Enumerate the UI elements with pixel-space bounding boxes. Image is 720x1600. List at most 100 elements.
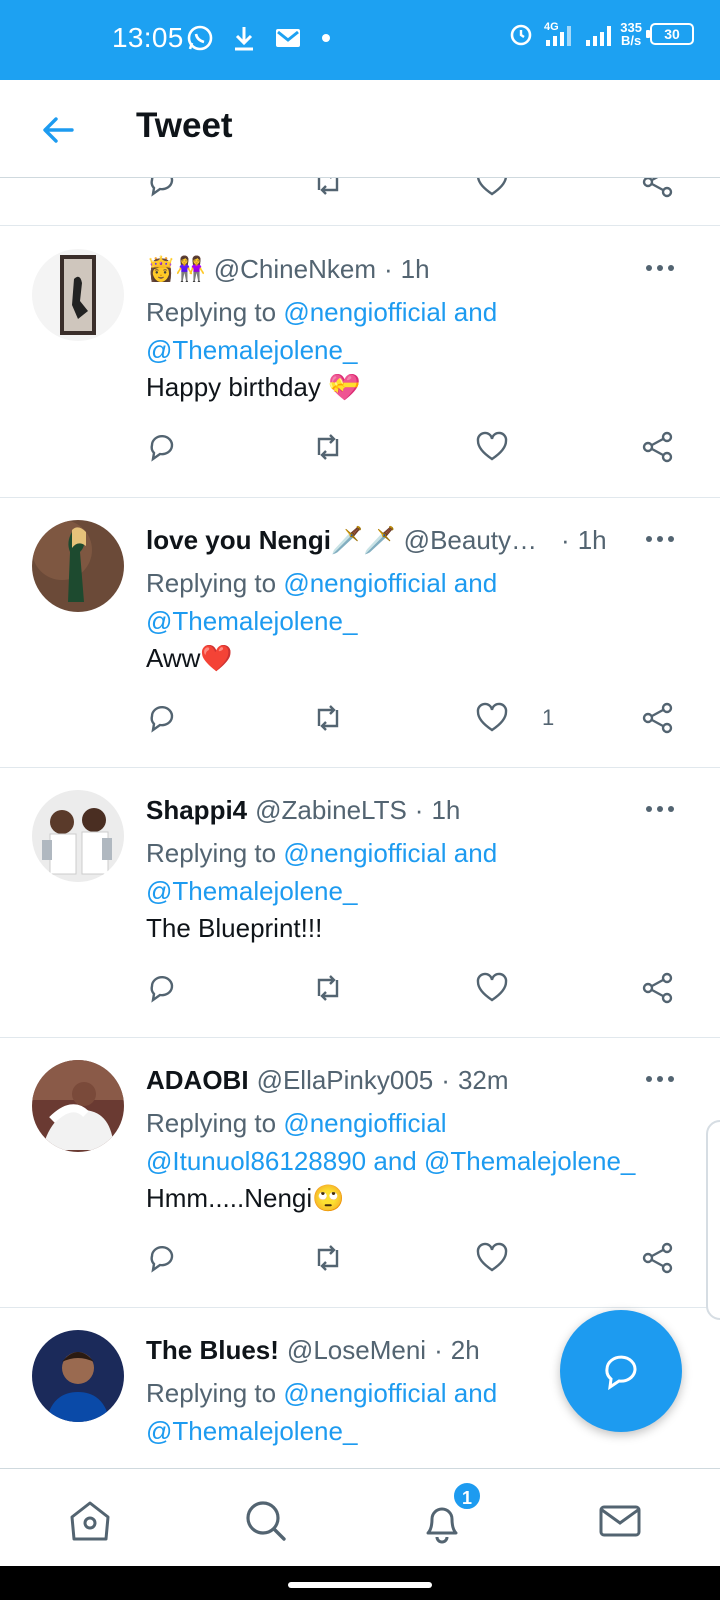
- mention-link[interactable]: @nengiofficial and: [283, 838, 497, 868]
- share-button[interactable]: [640, 429, 676, 465]
- arrow-left-icon: [43, 117, 74, 143]
- mention-link[interactable]: @nengiofficial and: [283, 1378, 497, 1408]
- search-icon: [246, 1501, 286, 1541]
- tweet-author-line: Shappi4 @ZabineLTS · 1h: [146, 790, 646, 830]
- nav-messages[interactable]: [596, 1497, 644, 1545]
- reply-tweet[interactable]: ADAOBI @EllaPinky005 · 32m Replying to @…: [0, 1038, 720, 1308]
- tweet-author-line: 👸👭 @ChineNkem · 1h: [146, 249, 646, 289]
- mention-link[interactable]: @Themalejolene_: [146, 876, 357, 906]
- tweet-author-line: love you Nengi🗡️🗡️ @Beauty… · 1h: [146, 520, 646, 560]
- author-name[interactable]: love you Nengi🗡️🗡️: [146, 525, 396, 556]
- like-button[interactable]: [474, 700, 510, 736]
- more-options-button[interactable]: [640, 253, 680, 283]
- network-speed: 335 B/s: [620, 20, 642, 48]
- nav-home[interactable]: [66, 1497, 114, 1545]
- share-button[interactable]: [640, 970, 676, 1006]
- back-button[interactable]: [36, 108, 80, 152]
- tweet-header: Tweet: [0, 80, 720, 178]
- whatsapp-icon: [186, 24, 214, 52]
- retweet-icon: [317, 434, 339, 460]
- previous-tweet-actions: [0, 178, 720, 226]
- author-handle[interactable]: @ChineNkem: [214, 254, 376, 285]
- retweet-button[interactable]: [310, 429, 346, 465]
- retweet-button[interactable]: [310, 1240, 346, 1276]
- mention-link[interactable]: @Itunuol86128890 and @Themalejolene_: [146, 1146, 635, 1176]
- compose-reply-button[interactable]: [560, 1310, 682, 1432]
- reply-button[interactable]: [144, 429, 180, 465]
- share-icon: [642, 178, 673, 198]
- svg-text:4G: 4G: [544, 21, 559, 33]
- reply-tweet[interactable]: Shappi4 @ZabineLTS · 1h Replying to @nen…: [0, 768, 720, 1038]
- reply-tweet[interactable]: love you Nengi🗡️🗡️ @Beauty… · 1h Replyin…: [0, 498, 720, 768]
- share-icon: [642, 1242, 673, 1274]
- tweet-time: 2h: [450, 1334, 480, 1365]
- more-options-button[interactable]: [640, 794, 680, 824]
- retweet-button[interactable]: [310, 178, 346, 200]
- mention-link[interactable]: @nengiofficial and: [283, 297, 497, 327]
- dot-icon: [646, 806, 652, 812]
- retweet-icon: [317, 1245, 339, 1271]
- tweet-time: 1h: [400, 253, 430, 284]
- like-button[interactable]: [474, 178, 510, 200]
- reply-button[interactable]: [144, 970, 180, 1006]
- share-button[interactable]: [640, 178, 676, 200]
- reply-button[interactable]: [144, 700, 180, 736]
- nav-search[interactable]: [242, 1497, 290, 1545]
- dot-icon: [646, 265, 652, 271]
- page-title: Tweet: [136, 106, 233, 145]
- reply-icon: [150, 434, 174, 462]
- mention-link[interactable]: @nengiofficial and: [283, 568, 497, 598]
- retweet-button[interactable]: [310, 970, 346, 1006]
- like-count: 1: [542, 705, 555, 730]
- author-handle[interactable]: @ZabineLTS: [255, 795, 407, 826]
- replying-to: Replying to @nengiofficial and @Themalej…: [146, 568, 498, 636]
- separator-dot: ·: [414, 794, 424, 825]
- reply-icon: [150, 705, 174, 733]
- author-handle[interactable]: @EllaPinky005: [257, 1065, 434, 1096]
- author-name[interactable]: The Blues!: [146, 1335, 279, 1366]
- avatar[interactable]: [32, 1060, 124, 1152]
- heart-icon: [476, 178, 508, 196]
- like-button[interactable]: [474, 1240, 510, 1276]
- like-button[interactable]: [474, 970, 510, 1006]
- alarm-icon: [508, 21, 534, 47]
- tweet-actions: [0, 1240, 720, 1280]
- author-name[interactable]: Shappi4: [146, 795, 247, 826]
- avatar[interactable]: [32, 249, 124, 341]
- mention-link[interactable]: @Themalejolene_: [146, 1416, 357, 1446]
- heart-icon: [476, 702, 508, 732]
- status-right-icons: 4G 335 B/s 30: [508, 20, 694, 48]
- dot-icon: [646, 1076, 652, 1082]
- reply-tweet[interactable]: 👸👭 @ChineNkem · 1h Replying to @nengioff…: [0, 227, 720, 498]
- avatar[interactable]: [32, 1330, 124, 1422]
- signal-4g-icon: 4G: [542, 20, 576, 48]
- retweet-button[interactable]: [310, 700, 346, 736]
- author-name[interactable]: ADAOBI: [146, 1065, 249, 1096]
- share-button[interactable]: [640, 700, 676, 736]
- mention-link[interactable]: @nengiofficial: [283, 1108, 446, 1138]
- replying-to: Replying to @nengiofficial and @Themalej…: [146, 297, 498, 365]
- mention-link[interactable]: @Themalejolene_: [146, 335, 357, 365]
- home-gesture-pill[interactable]: [288, 1582, 432, 1588]
- tweet-actions: [0, 429, 720, 469]
- reply-icon: [150, 1245, 174, 1273]
- separator-dot: ·: [434, 1334, 443, 1365]
- share-button[interactable]: [640, 1240, 676, 1276]
- reply-icon: [150, 975, 174, 1003]
- tweet-text: Happy birthday 💝: [146, 372, 361, 402]
- more-options-button[interactable]: [640, 524, 680, 554]
- avatar[interactable]: [32, 790, 124, 882]
- retweet-icon: [317, 178, 339, 195]
- like-button[interactable]: [474, 429, 510, 465]
- author-handle[interactable]: @LoseMeni: [287, 1335, 426, 1366]
- dot-icon: [646, 536, 652, 542]
- more-options-button[interactable]: [640, 1064, 680, 1094]
- reply-button[interactable]: [144, 1240, 180, 1276]
- avatar[interactable]: [32, 520, 124, 612]
- side-panel-handle[interactable]: [706, 1120, 720, 1320]
- share-icon: [642, 702, 673, 734]
- mention-link[interactable]: @Themalejolene_: [146, 606, 357, 636]
- reply-button[interactable]: [144, 178, 180, 200]
- author-handle[interactable]: @Beauty…: [404, 525, 537, 556]
- tweet-actions: 1: [0, 700, 720, 740]
